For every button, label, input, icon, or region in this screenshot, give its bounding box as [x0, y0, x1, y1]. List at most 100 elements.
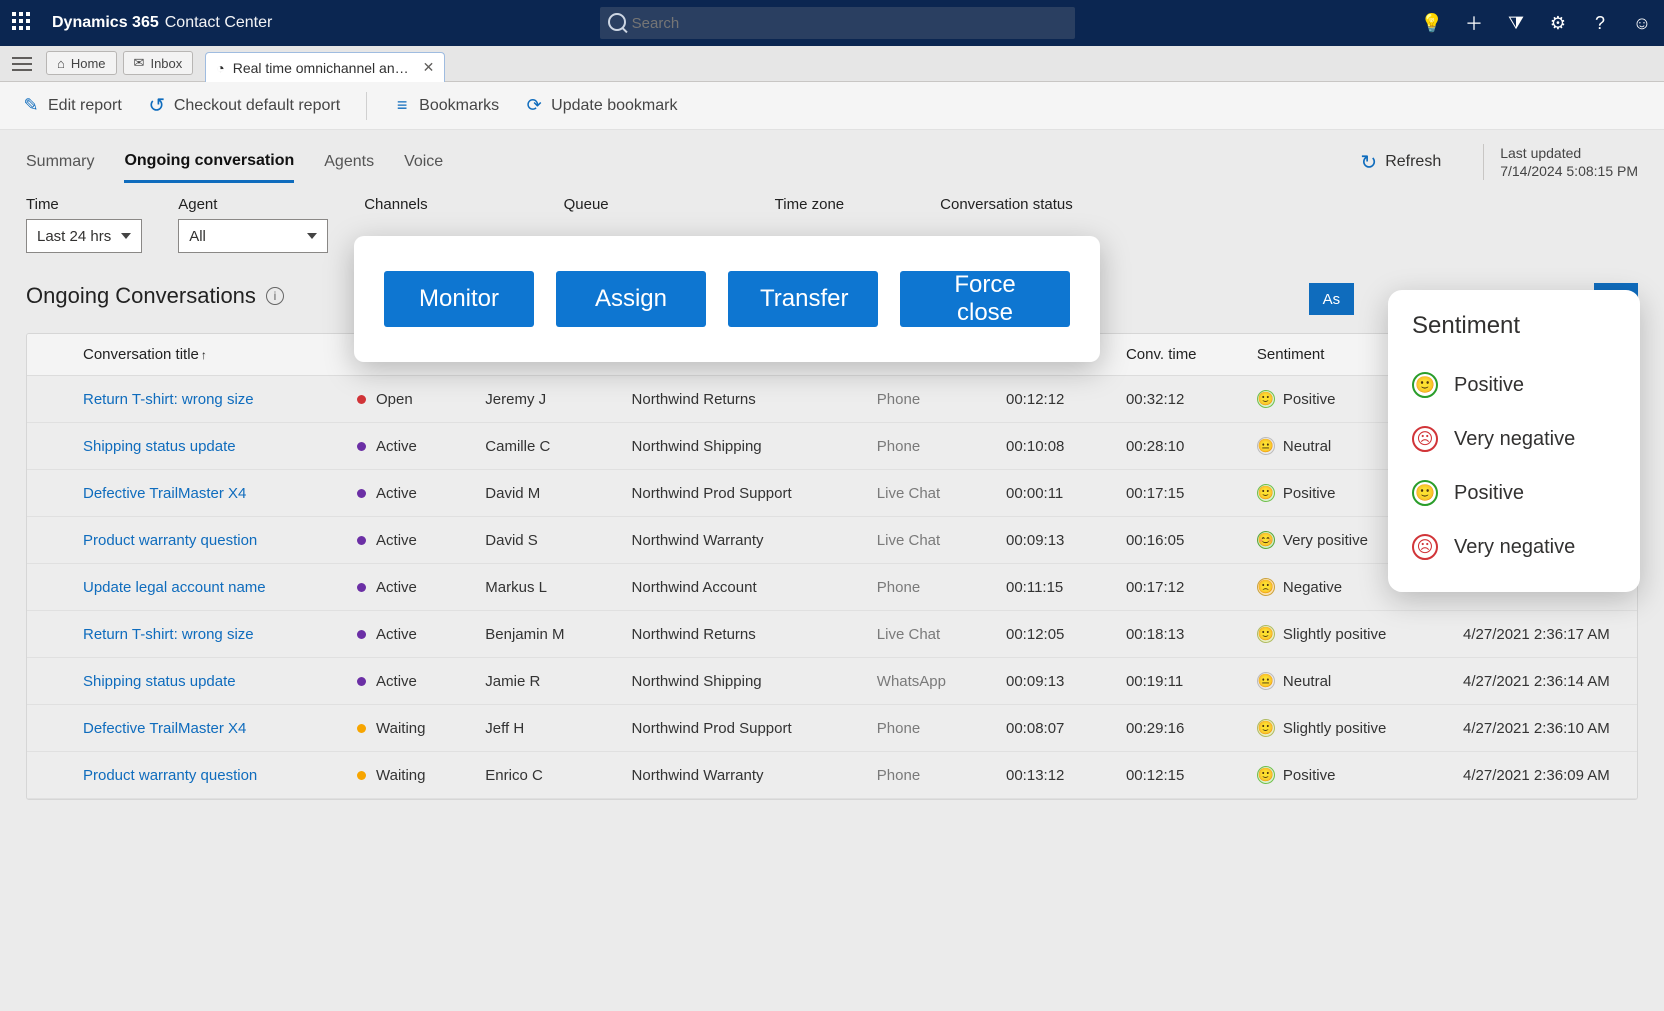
col-title[interactable]: Conversation title↑ [67, 334, 341, 376]
transfer-button[interactable]: Transfer [728, 271, 878, 327]
tab-summary[interactable]: Summary [26, 143, 94, 181]
cell-channel: Phone [861, 376, 990, 423]
tab-ongoing-conversation[interactable]: Ongoing conversation [124, 142, 294, 183]
assign-button-partial[interactable]: As [1309, 283, 1355, 315]
sentiment-face-icon: 🙂 [1257, 625, 1275, 643]
cell-conv-time: 00:28:10 [1110, 423, 1241, 470]
cell-conv-time: 00:17:12 [1110, 564, 1241, 611]
command-bar: Edit report Checkout default report Book… [0, 82, 1664, 130]
cell-timestamp: 4/27/2021 2:36:10 AM [1447, 705, 1637, 752]
cell-queue: Northwind Shipping [616, 658, 861, 705]
table-row[interactable]: Return T-shirt: wrong sizeActiveBenjamin… [27, 611, 1637, 658]
cell-agent: Enrico C [469, 752, 615, 799]
divider [366, 92, 367, 120]
close-tab-icon[interactable]: ✕ [423, 59, 435, 76]
cell-conv-time: 00:17:15 [1110, 470, 1241, 517]
filter-icon[interactable]: ⧩ [1506, 13, 1526, 33]
conversation-link[interactable]: Product warranty question [83, 532, 257, 549]
tab-agents[interactable]: Agents [324, 143, 374, 181]
bookmarks-button[interactable]: Bookmarks [393, 97, 499, 115]
cell-status: Active [341, 564, 469, 611]
assign-button[interactable]: Assign [556, 271, 706, 327]
checkout-label: Checkout default report [174, 97, 340, 115]
conversation-link[interactable]: Shipping status update [83, 673, 236, 690]
app-launcher-icon[interactable] [12, 12, 34, 34]
settings-gear-icon[interactable]: ⚙ [1548, 13, 1568, 33]
bookmarks-label: Bookmarks [419, 97, 499, 115]
cell-agent: David S [469, 517, 615, 564]
status-dot-icon [357, 442, 366, 451]
cell-conv-time: 00:18:13 [1110, 611, 1241, 658]
status-dot-icon [357, 536, 366, 545]
edit-report-button[interactable]: Edit report [22, 97, 122, 115]
col-conv-time[interactable]: Conv. time [1110, 334, 1241, 376]
cell-status: Active [341, 423, 469, 470]
smiley-feedback-icon[interactable]: ☺ [1632, 13, 1652, 33]
sentiment-face-icon: 😐 [1257, 437, 1275, 455]
cell-agent: Camille C [469, 423, 615, 470]
refresh-icon [1360, 150, 1377, 175]
filter-queue-label: Queue [564, 196, 609, 213]
monitor-button[interactable]: Monitor [384, 271, 534, 327]
happy-face-icon: 🙂 [1412, 480, 1438, 506]
happy-face-icon: 🙂 [1412, 372, 1438, 398]
last-updated: Last updated 7/14/2024 5:08:15 PM [1483, 144, 1638, 180]
cell-status: Open [341, 376, 469, 423]
cell-queue: Northwind Returns [616, 611, 861, 658]
header-actions: 💡 ＋ ⧩ ⚙ ? ☺ [1422, 13, 1652, 33]
table-row[interactable]: Defective TrailMaster X4WaitingJeff HNor… [27, 705, 1637, 752]
bookmarks-icon [393, 97, 411, 115]
cell-status: Waiting [341, 705, 469, 752]
filter-time-select[interactable]: Last 24 hrs [26, 219, 142, 253]
force-close-button[interactable]: Force close [900, 271, 1070, 327]
sentiment-filter-row[interactable]: ☹Very negative [1412, 412, 1616, 466]
home-pill[interactable]: ⌂ Home [46, 51, 117, 75]
tab-voice[interactable]: Voice [404, 143, 443, 181]
sentiment-filter-label: Very negative [1454, 428, 1575, 451]
cell-sentiment: 🙂Slightly positive [1241, 705, 1447, 752]
conversation-link[interactable]: Return T-shirt: wrong size [83, 391, 254, 408]
cell-channel: WhatsApp [861, 658, 990, 705]
sentiment-filter-row[interactable]: ☹Very negative [1412, 520, 1616, 574]
plus-icon[interactable]: ＋ [1464, 13, 1484, 33]
sentiment-filter-label: Positive [1454, 482, 1524, 505]
conversation-link[interactable]: Shipping status update [83, 438, 236, 455]
sentiment-filter-row[interactable]: 🙂Positive [1412, 358, 1616, 412]
navigation-menu-icon[interactable] [12, 57, 32, 71]
report-icon: ◔ [216, 60, 224, 76]
update-bookmark-button[interactable]: Update bookmark [525, 97, 677, 115]
table-row[interactable]: Shipping status updateActiveJamie RNorth… [27, 658, 1637, 705]
pencil-icon [22, 97, 40, 115]
cell-timestamp: 4/27/2021 2:36:17 AM [1447, 611, 1637, 658]
cell-agent: David M [469, 470, 615, 517]
global-header: Dynamics 365 Contact Center 💡 ＋ ⧩ ⚙ ? ☺ [0, 0, 1664, 46]
inbox-pill[interactable]: ✉ Inbox [123, 51, 194, 75]
cell-queue: Northwind Shipping [616, 423, 861, 470]
cell-sentiment: 😐Neutral [1241, 658, 1447, 705]
filter-agent-select[interactable]: All [178, 219, 328, 253]
conversation-link[interactable]: Update legal account name [83, 579, 266, 596]
filter-conversation-status-label: Conversation status [940, 196, 1073, 213]
conversation-link[interactable]: Product warranty question [83, 767, 257, 784]
table-row[interactable]: Product warranty questionWaitingEnrico C… [27, 752, 1637, 799]
lightbulb-icon[interactable]: 💡 [1422, 13, 1442, 33]
global-search [600, 7, 1075, 39]
conversation-link[interactable]: Defective TrailMaster X4 [83, 485, 246, 502]
info-icon[interactable]: i [266, 287, 284, 305]
edit-report-label: Edit report [48, 97, 122, 115]
refresh-button[interactable]: Refresh [1360, 150, 1441, 175]
cell-wait-time: 00:00:11 [990, 470, 1110, 517]
cell-wait-time: 00:11:15 [990, 564, 1110, 611]
sentiment-face-icon: 🙂 [1257, 719, 1275, 737]
help-icon[interactable]: ? [1590, 13, 1610, 33]
search-input[interactable] [600, 7, 1075, 39]
conversation-link[interactable]: Return T-shirt: wrong size [83, 626, 254, 643]
cell-wait-time: 00:08:07 [990, 705, 1110, 752]
document-tab[interactable]: ◔ Real time omnichannel an… ✕ [205, 52, 445, 82]
checkout-default-report-button[interactable]: Checkout default report [148, 97, 340, 115]
sentiment-popover-title: Sentiment [1412, 312, 1616, 340]
cell-conv-time: 00:19:11 [1110, 658, 1241, 705]
sentiment-filter-row[interactable]: 🙂 Positive [1412, 466, 1616, 520]
sync-icon [525, 97, 543, 115]
conversation-link[interactable]: Defective TrailMaster X4 [83, 720, 246, 737]
